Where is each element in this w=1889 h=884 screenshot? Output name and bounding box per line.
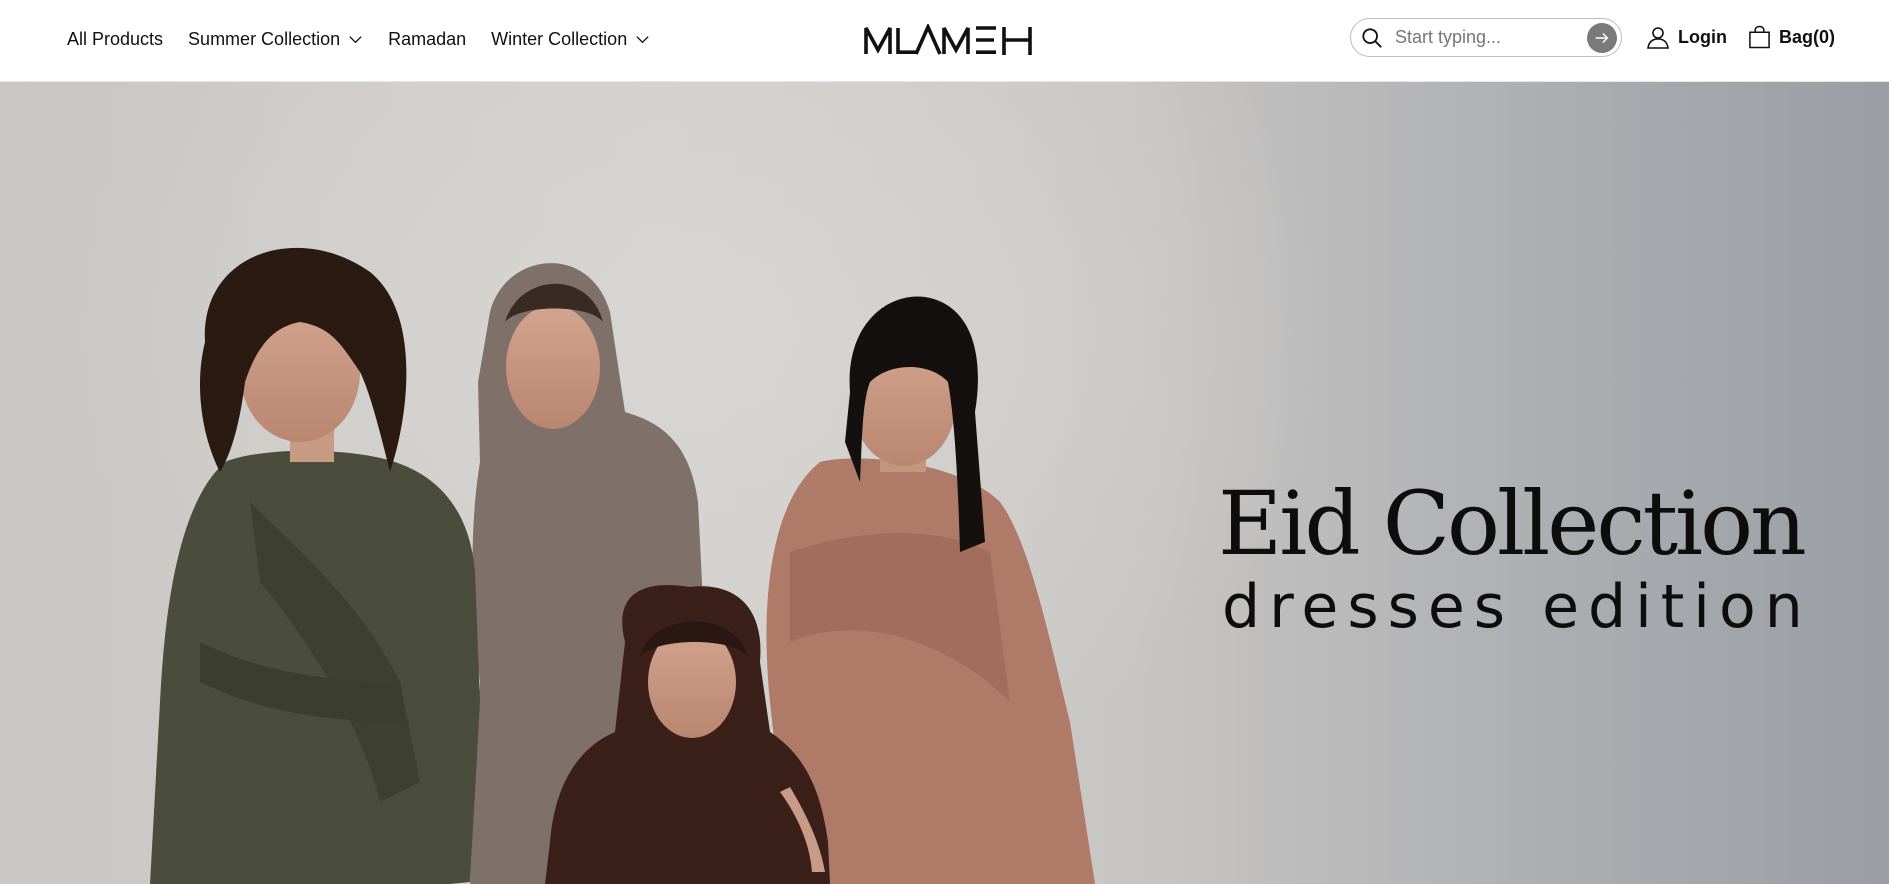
chevron-down-icon — [349, 35, 362, 43]
nav-summer-collection[interactable]: Summer Collection — [188, 29, 363, 50]
nav-all-products[interactable]: All Products — [67, 29, 163, 50]
nav-summer-collection-label: Summer Collection — [188, 28, 341, 49]
hero-banner[interactable]: Eid Collection dresses edition — [0, 82, 1889, 884]
shopping-bag-link[interactable]: Bag (0) — [1748, 25, 1835, 49]
bag-label: Bag — [1779, 26, 1814, 47]
arrow-right-icon — [1595, 32, 1609, 44]
model-olive-draped — [150, 247, 480, 884]
shopping-bag-icon — [1749, 25, 1770, 49]
login-link[interactable]: Login — [1646, 25, 1727, 49]
site-header: All Products Summer Collection Ramadan W… — [0, 0, 1889, 82]
nav-winter-collection-label: Winter Collection — [491, 28, 628, 49]
bag-label-group: Bag (0) — [1779, 27, 1835, 48]
search-icon[interactable] — [1361, 27, 1383, 49]
login-label: Login — [1678, 26, 1727, 47]
brand-logo[interactable] — [864, 24, 1034, 56]
nav-ramadan[interactable]: Ramadan — [388, 29, 466, 50]
user-icon — [1647, 27, 1669, 49]
nav-winter-collection[interactable]: Winter Collection — [491, 29, 650, 50]
hero-subtitle: dresses edition — [1222, 572, 1812, 642]
chevron-down-icon — [636, 35, 649, 43]
nav-all-products-label: All Products — [67, 28, 164, 49]
search-bar — [1350, 18, 1622, 57]
hero-title: Eid Collection — [1218, 472, 1807, 575]
bag-count: (0) — [1813, 26, 1836, 47]
main-nav: All Products Summer Collection Ramadan W… — [67, 0, 650, 78]
search-submit-button[interactable] — [1587, 23, 1617, 53]
search-input[interactable] — [1393, 26, 1577, 49]
nav-ramadan-label: Ramadan — [388, 28, 467, 49]
